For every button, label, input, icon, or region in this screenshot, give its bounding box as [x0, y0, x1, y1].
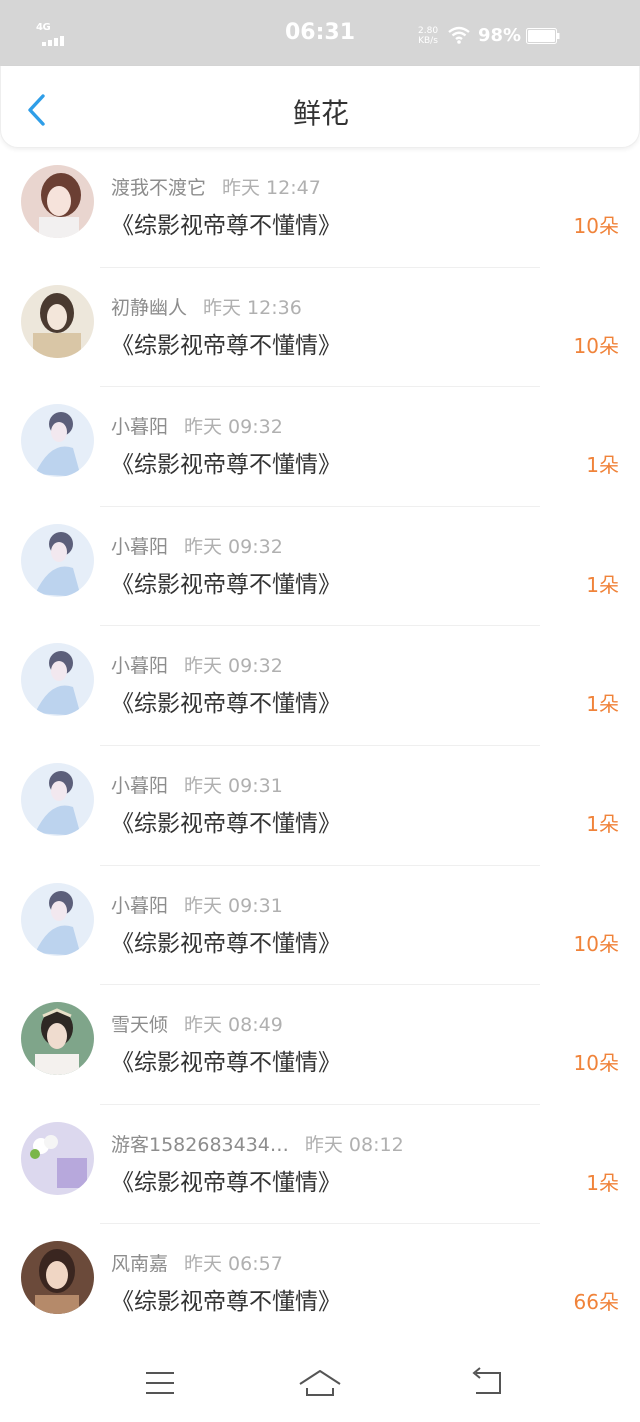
user-name[interactable]: 小暮阳	[111, 536, 168, 558]
user-name[interactable]: 游客1582683434…	[111, 1134, 289, 1156]
list-item[interactable]: 渡我不渡它 昨天 12:47 《综影视帝尊不懂情》 10朵	[0, 148, 640, 268]
flower-quantity: 10朵	[573, 1051, 619, 1076]
gift-time: 昨天 08:12	[304, 1133, 404, 1156]
network-speed: 2.80 KB/s	[418, 26, 438, 46]
user-name[interactable]: 风南嘉	[111, 1253, 168, 1275]
list-item[interactable]: 小暮阳 昨天 09:32 《综影视帝尊不懂情》 1朵	[0, 387, 640, 507]
list-item[interactable]: 风南嘉 昨天 06:57 《综影视帝尊不懂情》 66朵	[0, 1224, 640, 1344]
list-item[interactable]: 初静幽人 昨天 12:36 《综影视帝尊不懂情》 10朵	[0, 268, 640, 388]
book-title[interactable]: 《综影视帝尊不懂情》	[111, 1163, 341, 1197]
gift-time: 昨天 12:36	[203, 296, 302, 319]
user-name[interactable]: 小暮阳	[111, 895, 168, 917]
gift-meta: 游客1582683434… 昨天 08:12	[111, 1130, 404, 1157]
book-title[interactable]: 《综影视帝尊不懂情》	[111, 924, 341, 958]
back-icon[interactable]	[466, 1366, 510, 1400]
list-item[interactable]: 雪天倾 昨天 08:49 《综影视帝尊不懂情》 10朵	[0, 985, 640, 1105]
list-item[interactable]: 小暮阳 昨天 09:31 《综影视帝尊不懂情》 10朵	[0, 866, 640, 986]
list-item[interactable]: 游客1582683434… 昨天 08:12 《综影视帝尊不懂情》 1朵	[0, 1105, 640, 1225]
gift-meta: 小暮阳 昨天 09:32	[111, 651, 283, 678]
system-nav-bar	[0, 1340, 640, 1422]
gift-time: 昨天 09:32	[184, 655, 283, 678]
home-icon[interactable]	[298, 1366, 342, 1400]
avatar[interactable]	[21, 404, 94, 478]
page-title: 鲜花	[292, 97, 349, 130]
avatar[interactable]	[21, 1002, 94, 1076]
flower-quantity: 10朵	[573, 931, 619, 956]
user-name[interactable]: 雪天倾	[111, 1014, 168, 1036]
flower-quantity: 10朵	[573, 333, 619, 358]
gift-meta: 小暮阳 昨天 09:32	[111, 532, 283, 559]
book-title[interactable]: 《综影视帝尊不懂情》	[111, 206, 341, 240]
avatar[interactable]	[21, 165, 94, 238]
battery-percent: 98%	[478, 25, 522, 46]
gift-time: 昨天 09:31	[184, 774, 283, 797]
flower-quantity: 1朵	[586, 692, 619, 717]
list-item[interactable]: 小暮阳 昨天 09:32 《综影视帝尊不懂情》 1朵	[0, 626, 640, 746]
list-item[interactable]: 小暮阳 昨天 09:31 《综影视帝尊不懂情》 1朵	[0, 746, 640, 866]
book-title[interactable]: 《综影视帝尊不懂情》	[111, 684, 341, 718]
book-title[interactable]: 《综影视帝尊不懂情》	[111, 804, 341, 838]
avatar[interactable]	[21, 284, 94, 358]
avatar[interactable]	[21, 882, 94, 956]
flower-gift-list: 渡我不渡它 昨天 12:47 《综影视帝尊不懂情》 10朵 初静幽人 昨天 12:3…	[0, 148, 640, 1344]
nav-bar: 鲜花	[0, 66, 640, 148]
book-title[interactable]: 《综影视帝尊不懂情》	[111, 326, 341, 360]
book-title[interactable]: 《综影视帝尊不懂情》	[111, 1282, 341, 1316]
avatar[interactable]	[21, 643, 94, 717]
gift-time: 昨天 12:47	[222, 177, 321, 199]
flower-quantity: 1朵	[586, 453, 619, 478]
gift-time: 昨天 09:32	[184, 416, 283, 439]
gift-meta: 小暮阳 昨天 09:31	[111, 891, 283, 918]
gift-meta: 初静幽人 昨天 12:36	[111, 293, 302, 320]
flower-quantity: 1朵	[586, 1170, 619, 1195]
gift-meta: 小暮阳 昨天 09:32	[111, 412, 283, 439]
book-title[interactable]: 《综影视帝尊不懂情》	[111, 445, 341, 479]
avatar[interactable]	[21, 1241, 94, 1315]
status-bar: 4G 06:31 2.80 KB/s 98%	[0, 0, 640, 66]
avatar[interactable]	[21, 523, 94, 597]
battery-icon	[526, 28, 560, 44]
user-name[interactable]: 小暮阳	[111, 416, 168, 438]
avatar[interactable]	[21, 1121, 94, 1195]
user-name[interactable]: 渡我不渡它	[111, 177, 206, 199]
list-item[interactable]: 小暮阳 昨天 09:32 《综影视帝尊不懂情》 1朵	[0, 507, 640, 627]
user-name[interactable]: 小暮阳	[111, 655, 168, 677]
gift-time: 昨天 06:57	[184, 1253, 283, 1276]
gift-meta: 渡我不渡它 昨天 12:47	[111, 173, 321, 200]
wifi-icon	[448, 26, 470, 44]
avatar[interactable]	[21, 762, 94, 836]
gift-meta: 风南嘉 昨天 06:57	[111, 1249, 283, 1276]
book-title[interactable]: 《综影视帝尊不懂情》	[111, 565, 341, 599]
book-title[interactable]: 《综影视帝尊不懂情》	[111, 1043, 341, 1077]
flower-quantity: 1朵	[586, 811, 619, 836]
speed-value: 2.80	[418, 26, 439, 36]
user-name[interactable]: 初静幽人	[111, 297, 187, 319]
speed-unit: KB/s	[418, 36, 438, 46]
gift-meta: 小暮阳 昨天 09:31	[111, 771, 283, 798]
flower-quantity: 66朵	[573, 1290, 619, 1315]
gift-time: 昨天 09:32	[184, 535, 283, 558]
gift-time: 昨天 09:31	[184, 894, 283, 917]
gift-time: 昨天 08:49	[184, 1014, 283, 1037]
gift-meta: 雪天倾 昨天 08:49	[111, 1010, 283, 1037]
user-name[interactable]: 小暮阳	[111, 775, 168, 797]
flower-quantity: 1朵	[586, 572, 619, 597]
menu-icon[interactable]	[138, 1366, 182, 1400]
flower-quantity: 10朵	[573, 214, 619, 238]
